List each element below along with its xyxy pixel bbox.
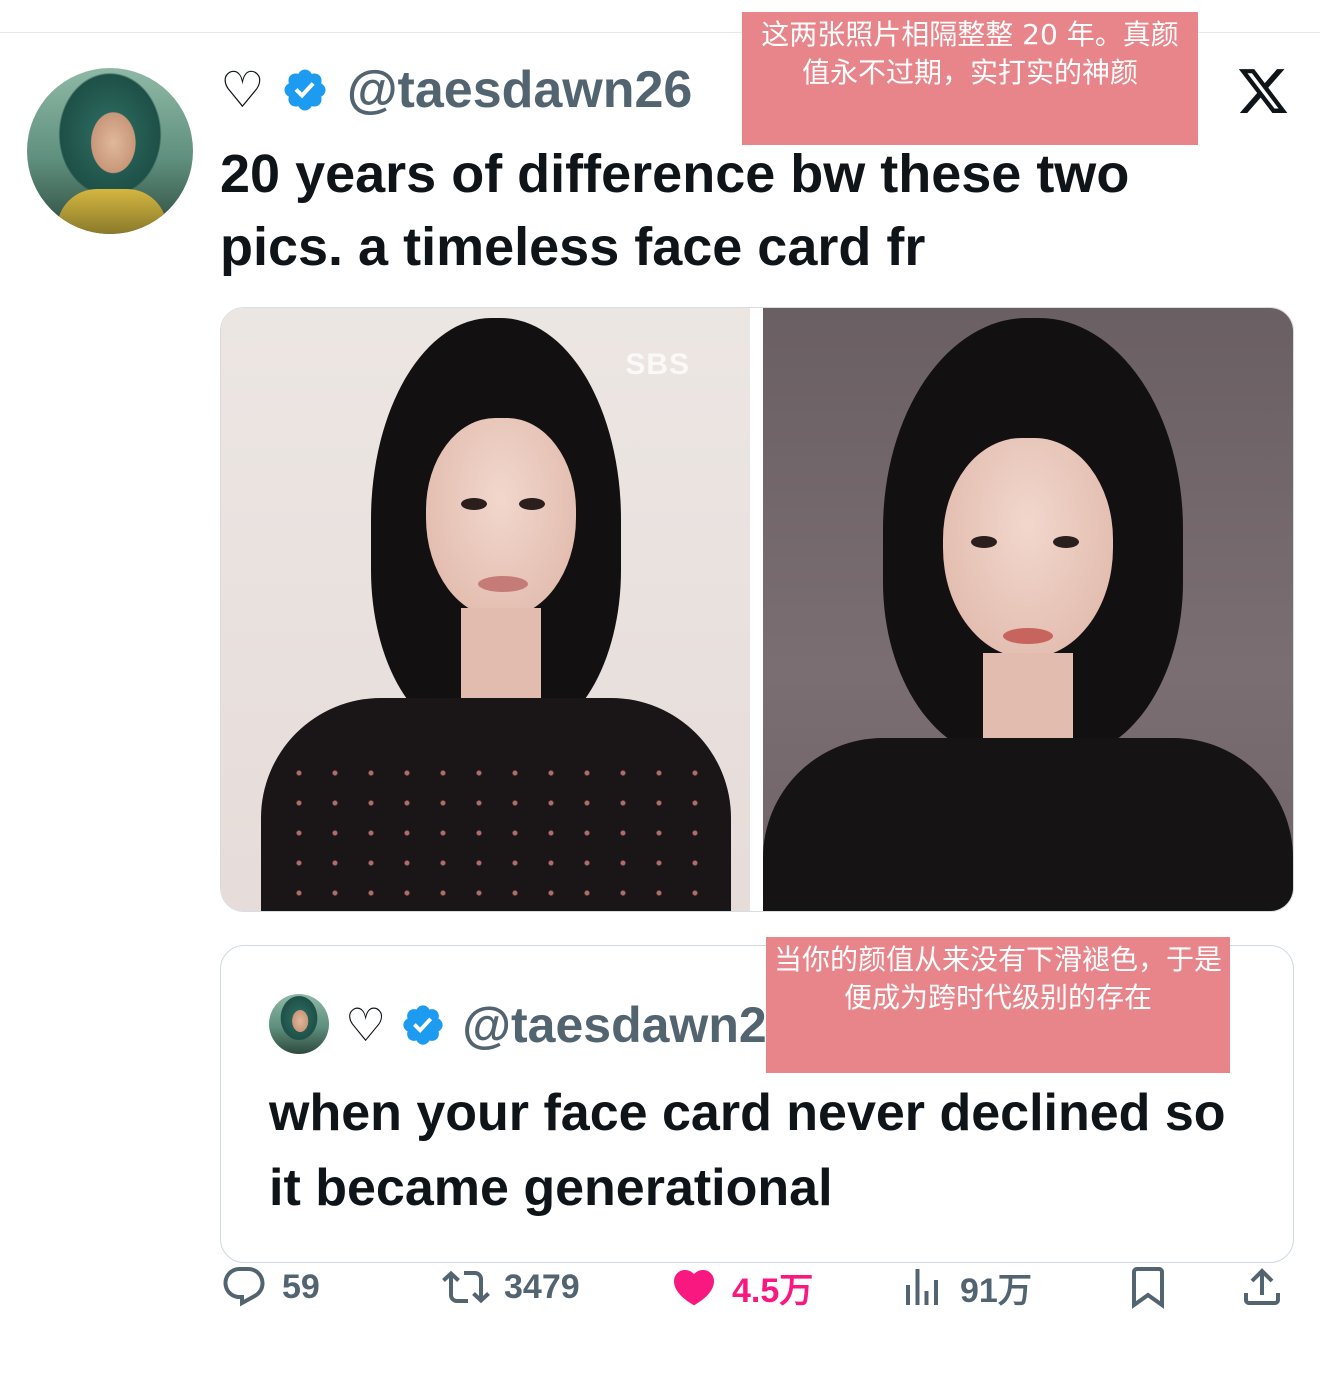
author-avatar[interactable]: [27, 68, 193, 234]
tweet-text: 20 years of difference bw these two pics…: [220, 144, 1130, 277]
repost-icon: [442, 1270, 490, 1304]
quoted-author-avatar: [269, 994, 329, 1054]
like-count: 4.5万: [732, 1271, 814, 1310]
photo-left[interactable]: SBS: [221, 308, 750, 911]
share-icon: [1244, 1268, 1280, 1305]
quoted-tweet-header: ♡ @taesdawn26: [345, 988, 794, 1062]
tweet-media[interactable]: SBS: [220, 307, 1294, 912]
heart-outline-icon: ♡: [220, 61, 265, 119]
author-handle[interactable]: @taesdawn26: [347, 60, 693, 120]
verified-badge-icon: [403, 1005, 443, 1045]
tweet-header: ♡ @taesdawn26: [220, 55, 692, 125]
views-count: 91万: [960, 1271, 1032, 1310]
repost-count: 3479: [504, 1267, 580, 1306]
x-logo-icon[interactable]: [1236, 64, 1290, 118]
views-button[interactable]: 91万: [898, 1253, 1032, 1321]
quoted-tweet-text: when your face card never declined so it…: [269, 1084, 1226, 1217]
like-icon: [673, 1270, 715, 1306]
views-icon: [906, 1269, 938, 1305]
share-button[interactable]: [1238, 1253, 1300, 1321]
bookmark-button[interactable]: [1124, 1253, 1186, 1321]
caption-overlay-top: 这两张照片相隔整整 20 年。真颜值永不过期，实打实的神颜: [742, 12, 1198, 145]
reply-count: 59: [282, 1267, 320, 1306]
reply-icon: [223, 1267, 265, 1307]
repost-button[interactable]: 3479: [442, 1253, 580, 1321]
heart-outline-icon: ♡: [345, 998, 387, 1052]
like-button[interactable]: 4.5万: [670, 1253, 813, 1321]
reply-button[interactable]: 59: [220, 1253, 320, 1321]
quoted-author-handle[interactable]: @taesdawn26: [462, 996, 794, 1054]
verified-badge-icon: [284, 69, 326, 111]
media-watermark: SBS: [625, 348, 690, 381]
photo-right[interactable]: [763, 308, 1293, 911]
caption-overlay-bottom: 当你的颜值从来没有下滑褪色，于是便成为跨时代级别的存在: [766, 937, 1230, 1073]
bookmark-icon: [1132, 1267, 1164, 1309]
action-bar: 59 3479 4.5万 91万: [220, 1253, 1292, 1321]
